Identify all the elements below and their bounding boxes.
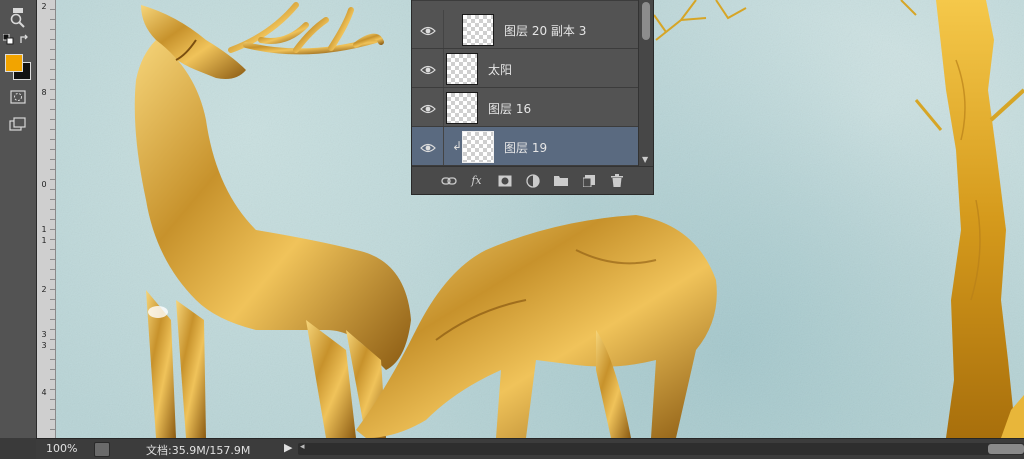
default-colors-icon[interactable] (2, 33, 16, 47)
ruler-label: 2 (41, 285, 47, 294)
layer-row[interactable]: 太阳 (412, 49, 638, 88)
foreground-color-swatch[interactable] (5, 54, 23, 72)
link-icon[interactable] (440, 173, 458, 189)
trash-icon[interactable] (608, 173, 626, 189)
scrollbar-thumb[interactable] (642, 2, 650, 40)
layers-scrollbar[interactable]: ▼ (638, 0, 653, 166)
layer-name[interactable]: 图层 19 (504, 139, 547, 156)
document-info-icon[interactable] (94, 442, 110, 457)
vertical-ruler: 2 8 0 1 1 2 3 3 4 (37, 0, 56, 438)
ruler-label: 1 (41, 225, 47, 234)
tools-panel (0, 0, 37, 438)
ruler-label: 4 (41, 388, 47, 397)
eye-icon[interactable] (420, 139, 436, 153)
layer-row[interactable]: 图层 20 副本 3 (412, 10, 638, 49)
ruler-label: 8 (41, 88, 47, 97)
horizontal-scroll-thumb[interactable] (988, 444, 1024, 454)
document-size-info: 文档:35.9M/157.9M (146, 444, 251, 457)
scroll-left-icon[interactable]: ◂ (300, 442, 305, 452)
layer-thumbnail[interactable] (462, 131, 494, 163)
layer-row-partial[interactable] (412, 0, 638, 1)
eye-icon[interactable] (420, 100, 436, 114)
horizontal-scrollbar[interactable]: ◂ (298, 442, 1024, 455)
new-layer-icon[interactable] (580, 173, 598, 189)
ruler-label: 3 (41, 341, 47, 350)
layer-name[interactable]: 图层 20 副本 3 (504, 22, 586, 39)
ruler-label: 0 (41, 180, 47, 189)
scroll-down-icon[interactable]: ▼ (642, 155, 648, 164)
layer-row[interactable]: 图层 16 (412, 88, 638, 127)
layer-name[interactable]: 图层 16 (488, 100, 531, 117)
layer-row-active[interactable]: ↲ 图层 19 (412, 127, 638, 166)
folder-icon[interactable] (552, 173, 570, 189)
screen-mode-icon[interactable] (5, 113, 31, 135)
layers-panel: 图层 20 副本 3 太阳 图层 16 ↲ 图层 19 ▼ fx (411, 0, 654, 195)
eye-icon[interactable] (420, 61, 436, 75)
swap-colors-icon[interactable] (18, 33, 32, 47)
ruler-label: 3 (41, 330, 47, 339)
layers-footer: fx (412, 166, 653, 194)
status-menu-arrow[interactable]: ▶ (284, 441, 292, 454)
clipping-mask-icon: ↲ (452, 139, 463, 153)
layer-name[interactable]: 太阳 (488, 61, 512, 78)
quick-mask-icon[interactable] (5, 86, 31, 108)
zoom-level[interactable]: 100% (46, 442, 77, 455)
layer-thumbnail[interactable] (446, 53, 478, 85)
layer-thumbnail[interactable] (446, 92, 478, 124)
eye-icon[interactable] (420, 22, 436, 36)
zoom-tool-icon[interactable] (5, 10, 31, 32)
mask-icon[interactable] (496, 173, 514, 189)
ruler-label: 1 (41, 236, 47, 245)
status-bar: 100% 文档:35.9M/157.9M ▶ ◂ (36, 438, 1024, 459)
adjustment-icon[interactable] (524, 173, 542, 189)
ruler-label: 2 (41, 2, 47, 11)
layer-thumbnail[interactable] (462, 14, 494, 46)
fx-icon[interactable]: fx (468, 173, 486, 189)
